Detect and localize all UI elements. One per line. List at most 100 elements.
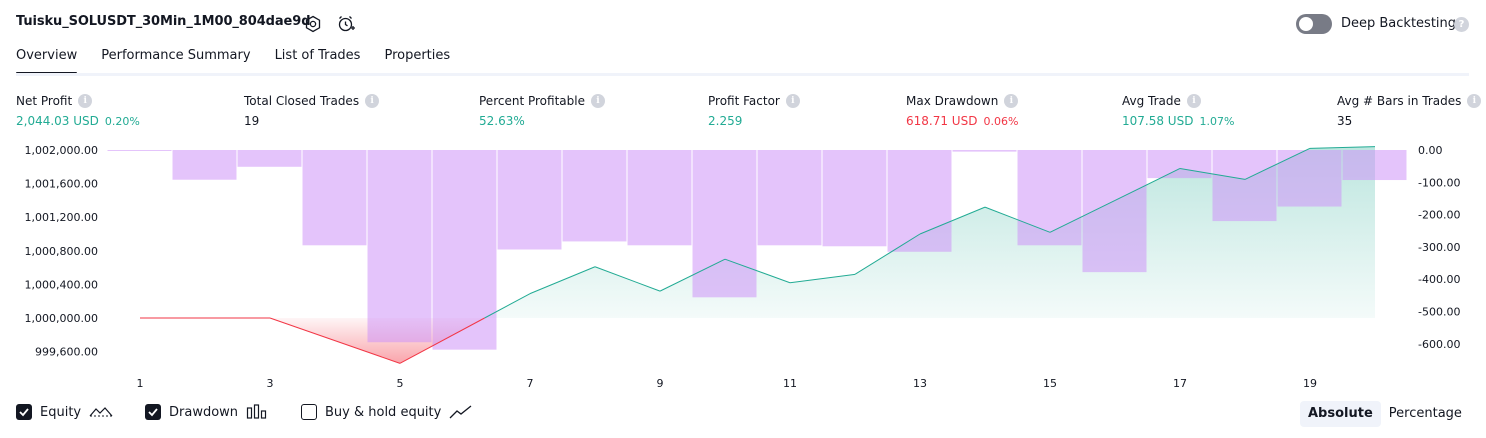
strategy-title: Tuisku_SOLUSDT_30Min_1M00_804dae9d [16,14,311,29]
tab-performance-summary[interactable]: Performance Summary [101,48,250,74]
x-tick-label: 5 [397,377,404,390]
metric-value: 35 [1337,114,1353,128]
tab-properties[interactable]: Properties [384,48,450,74]
y-right-tick-label: -200.00 [1418,209,1460,222]
metric-value: 2,044.03 USD [16,114,99,128]
metric-max-drawdown: Max Drawdown i 618.71 USD 0.06% [906,94,1018,128]
metric-percent: 1.07% [1199,115,1235,128]
drawdown-bar [1082,150,1147,273]
drawdown-bar [1277,150,1342,207]
metric-percent: 0.06% [983,115,1019,128]
drawdown-bar [562,150,627,242]
y-axis-left: 1,002,000.00 1,001,600.00 1,001,200.00 1,00… [25,144,98,359]
y-axis-right: 0.00 -100.00 -200.00 -300.00 -400.00 -500.00 -… [1418,144,1460,351]
tab-overview[interactable]: Overview [16,48,78,75]
buy-hold-toggle[interactable]: Buy & hold equity [301,404,473,420]
x-tick-label: 17 [1173,377,1187,390]
x-axis: 1 3 5 7 9 11 13 15 17 19 [137,377,1318,390]
info-icon[interactable]: i [590,94,605,108]
tab-divider [16,73,1469,76]
absolute-button[interactable]: Absolute [1300,401,1381,427]
drawdown-bar [1147,150,1212,179]
settings-icon[interactable] [303,14,323,34]
x-tick-label: 9 [657,377,664,390]
x-tick-label: 15 [1043,377,1057,390]
add-alert-icon[interactable] [336,14,356,34]
equity-label: Equity [40,404,82,420]
metric-net-profit: Net Profit i 2,044.03 USD 0.20% [16,94,140,128]
equity-loss-area [140,318,1375,364]
metric-label: Net Profit [16,94,73,108]
info-icon[interactable]: i [1186,94,1201,108]
percentage-button[interactable]: Percentage [1381,401,1470,427]
buy-hold-checkbox[interactable] [301,404,317,420]
metric-value: 52.63% [479,114,525,128]
metric-value: 19 [244,114,260,128]
x-tick-label: 7 [527,377,534,390]
info-icon[interactable]: i [785,94,800,108]
metric-value: 2.259 [708,114,743,128]
drawdown-bar [237,150,302,167]
metric-label: Avg # Bars in Trades [1337,94,1462,108]
metric-value: 618.71 USD [906,114,978,128]
drawdown-bar [887,150,952,252]
equity-toggle[interactable]: Equity [16,404,113,420]
metric-avg-trade: Avg Trade i 107.58 USD 1.07% [1122,94,1234,128]
equity-loss-fill [140,318,1375,364]
drawdown-bar [1342,150,1407,181]
metric-value: 107.58 USD [1122,114,1194,128]
info-icon[interactable]: i [1004,94,1019,108]
drawdown-bar [692,150,757,298]
drawdown-bar [367,150,432,343]
check-icon [148,408,158,417]
y-left-tick-label: 1,002,000.00 [25,144,98,157]
drawdown-bar [497,150,562,250]
x-tick-label: 13 [913,377,927,390]
help-icon[interactable]: ? [1454,17,1469,32]
equity-chart[interactable]: 1,002,000.00 1,001,600.00 1,001,200.00 1,00… [0,140,1486,398]
info-icon[interactable]: i [1467,94,1482,108]
add-alert-icon-graphic [338,16,355,32]
info-icon[interactable]: i [365,94,380,108]
check-icon [19,408,29,417]
x-tick-label: 3 [267,377,274,390]
drawdown-bar [757,150,822,246]
x-tick-label: 19 [1303,377,1317,390]
buy-hold-line-icon [449,405,472,419]
drawdown-label: Drawdown [169,404,239,420]
tab-list-of-trades[interactable]: List of Trades [275,48,361,74]
settings-icon-graphic [305,15,321,33]
deep-backtesting-label: Deep Backtesting [1341,16,1457,31]
drawdown-bar [1017,150,1082,246]
y-left-tick-label: 1,000,000.00 [25,312,98,325]
info-icon[interactable]: i [78,94,93,108]
y-right-tick-label: -500.00 [1418,306,1460,319]
drawdown-checkbox[interactable] [145,404,161,420]
drawdown-bar [627,150,692,246]
y-left-tick-label: 1,001,200.00 [25,211,98,224]
display-mode-switch: Absolute Percentage [1300,401,1470,427]
drawdown-bar [302,150,367,246]
y-left-tick-label: 1,000,400.00 [25,278,98,291]
y-left-tick-label: 1,000,800.00 [25,245,98,258]
y-right-tick-label: -300.00 [1418,241,1460,254]
deep-backtesting-toggle[interactable] [1296,14,1332,34]
drawdown-toggle[interactable]: Drawdown [145,404,268,420]
drawdown-bar [1212,150,1277,222]
tab-bar: Overview Performance Summary List of Tra… [16,48,474,75]
metric-total-closed-trades: Total Closed Trades i 19 [244,94,380,128]
equity-checkbox[interactable] [16,404,32,420]
drawdown-bar [172,150,237,180]
y-right-tick-label: -100.00 [1418,176,1460,189]
drawdown-bars-icon [246,404,267,419]
metric-label: Max Drawdown [906,94,999,108]
y-right-tick-label: -400.00 [1418,273,1460,286]
metric-label: Avg Trade [1122,94,1181,108]
buy-hold-label: Buy & hold equity [325,404,442,420]
y-right-tick-label: -600.00 [1418,338,1460,351]
equity-line-icon [89,407,113,417]
drawdown-bar [107,150,172,151]
metric-label: Profit Factor [708,94,780,108]
drawdown-bar [432,150,497,350]
metric-percent-profitable: Percent Profitable i 52.63% [479,94,605,128]
